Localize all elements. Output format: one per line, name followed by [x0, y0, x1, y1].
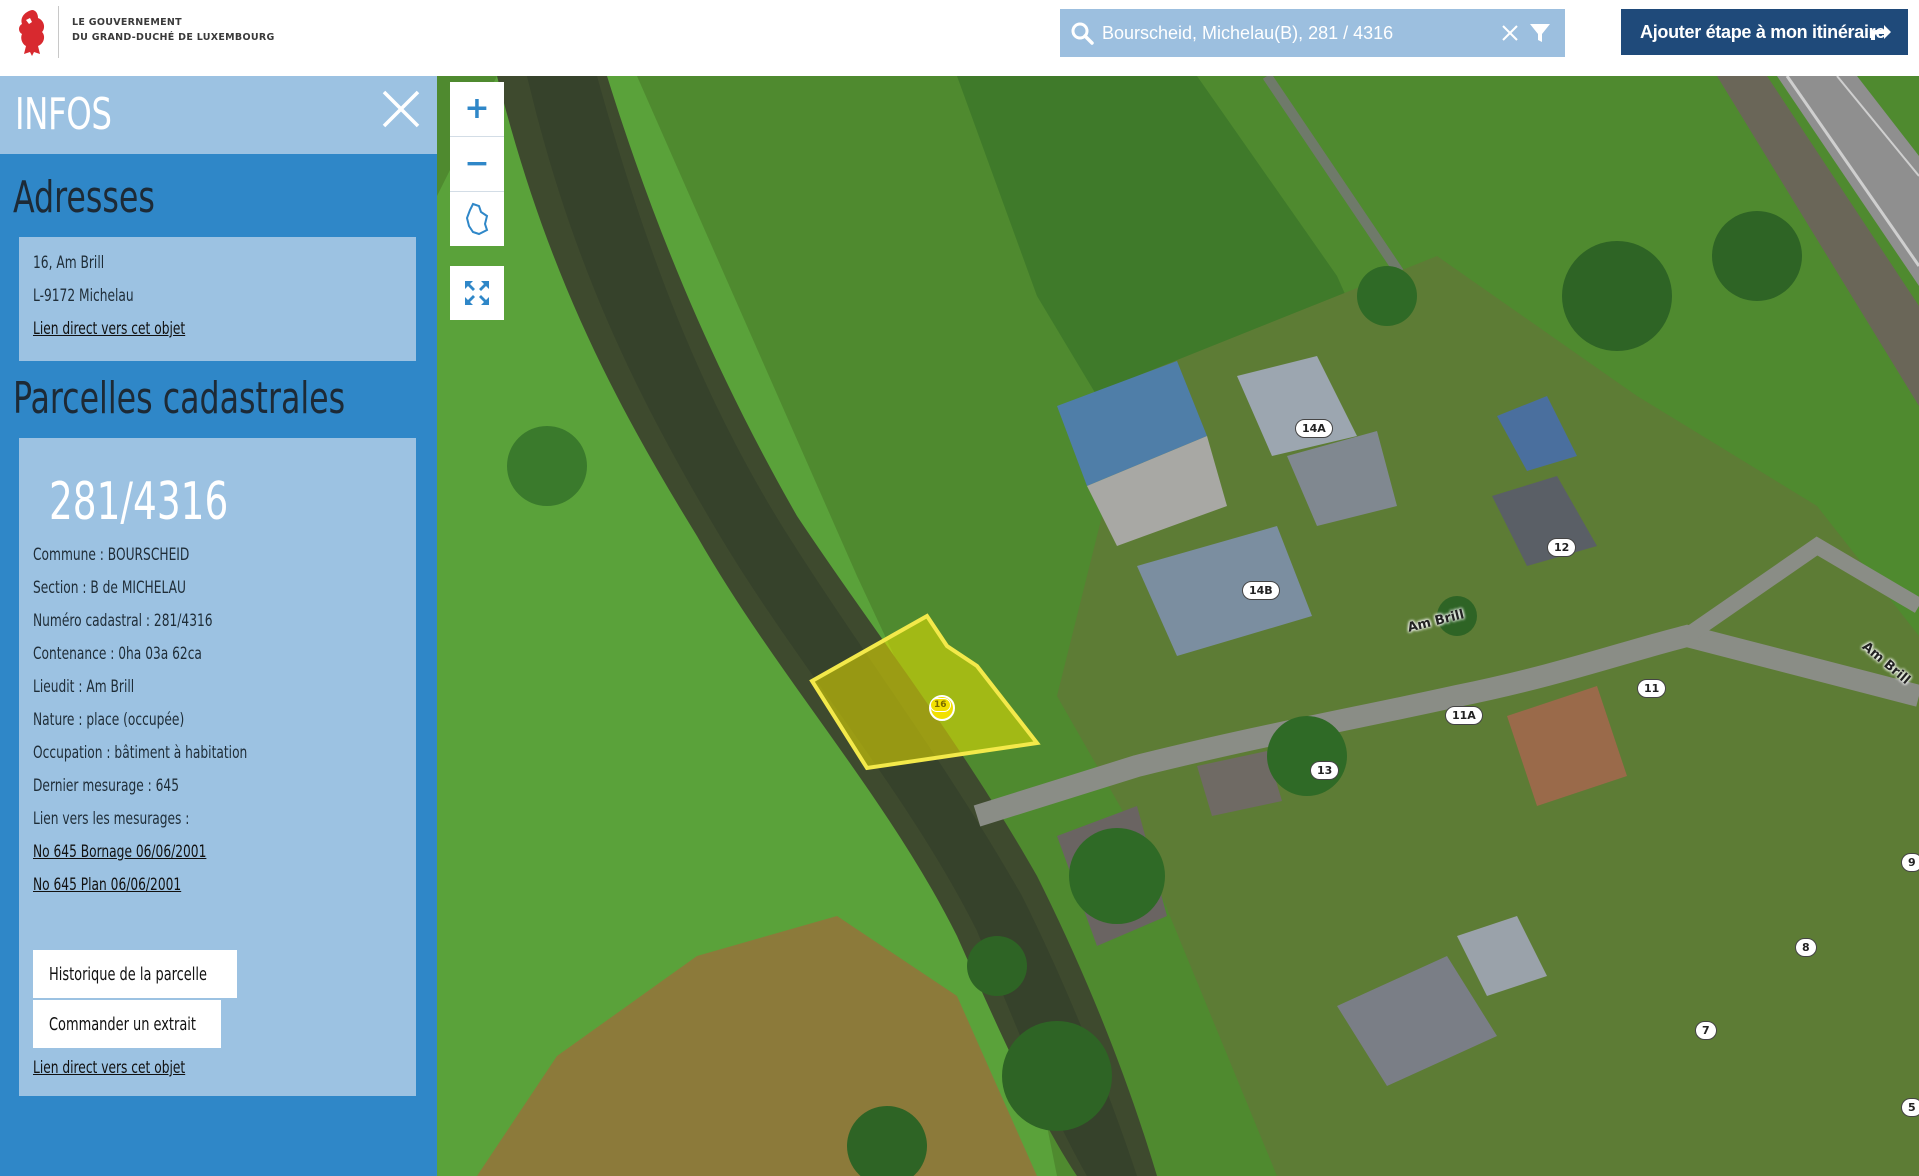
house-number-badge: 14A	[1295, 419, 1333, 438]
address-direct-link[interactable]: Lien direct vers cet objet	[33, 319, 185, 339]
header: LE GOUVERNEMENT DU GRAND-DUCHÉ DE LUXEMB…	[0, 0, 1919, 76]
luxembourg-lion-icon[interactable]	[12, 6, 52, 58]
parcel-direct-link[interactable]: Lien direct vers cet objet	[33, 1058, 185, 1078]
parcel-card: 281/4316 Commune : BOURSCHEID Section : …	[19, 438, 416, 1096]
parcel-house-number-badge: 16	[930, 698, 951, 712]
parcels-heading: Parcelles cadastrales	[13, 373, 346, 424]
luxembourg-outline-icon	[465, 202, 489, 236]
house-number-badge: 8	[1795, 938, 1817, 957]
government-logo-text[interactable]: LE GOUVERNEMENT DU GRAND-DUCHÉ DE LUXEMB…	[72, 15, 275, 45]
zoom-in-glyph: +	[464, 91, 490, 126]
order-extract-label: Commander un extrait	[49, 1013, 196, 1035]
parcel-section: Section : B de MICHELAU	[33, 578, 186, 598]
filter-icon[interactable]	[1528, 21, 1552, 45]
parcel-cadastral-number: Numéro cadastral : 281/4316	[33, 611, 213, 631]
house-number-badge: 9	[1901, 853, 1919, 872]
house-number-badge: 12	[1547, 538, 1577, 557]
info-sidebar: INFOS Adresses 16, Am Brill L-9172 Miche…	[0, 76, 437, 1176]
parcel-history-button[interactable]: Historique de la parcelle	[33, 950, 237, 998]
infos-title: INFOS	[15, 89, 112, 140]
logo-line-2: DU GRAND-DUCHÉ DE LUXEMBOURG	[72, 32, 275, 43]
parcel-lieudit: Lieudit : Am Brill	[33, 677, 135, 697]
close-icon[interactable]	[380, 88, 422, 130]
house-number-badge: 13	[1310, 761, 1340, 780]
address-city: L-9172 Michelau	[33, 286, 134, 306]
address-street: 16, Am Brill	[33, 253, 105, 273]
search-box	[1060, 9, 1565, 57]
add-to-itinerary-label: Ajouter étape à mon itinéraire	[1640, 21, 1886, 42]
logo-divider	[58, 6, 59, 58]
aerial-imagery[interactable]	[437, 76, 1919, 1176]
parcel-occupation: Occupation : bâtiment à habitation	[33, 743, 248, 763]
house-number-badge: 14B	[1242, 581, 1280, 600]
house-number-badge: 11	[1637, 679, 1667, 698]
addresses-heading: Adresses	[13, 172, 155, 223]
logo-line-1: LE GOUVERNEMENT	[72, 17, 182, 28]
zoom-out-button[interactable]: −	[450, 137, 504, 191]
parcel-commune: Commune : BOURSCHEID	[33, 545, 190, 565]
fullscreen-button[interactable]	[450, 266, 504, 320]
add-to-itinerary-button[interactable]: Ajouter étape à mon itinéraire	[1621, 9, 1908, 55]
parcel-number: 281/4316	[49, 472, 229, 532]
parcel-nature: Nature : place (occupée)	[33, 710, 185, 730]
address-card: 16, Am Brill L-9172 Michelau Lien direct…	[19, 237, 416, 361]
clear-search-icon[interactable]	[1500, 23, 1520, 43]
house-number-badge: 11A	[1445, 706, 1483, 725]
order-extract-button[interactable]: Commander un extrait	[33, 1000, 221, 1048]
parcel-history-label: Historique de la parcelle	[49, 963, 207, 985]
parcel-area: Contenance : 0ha 03a 62ca	[33, 644, 202, 664]
parcel-measures-label: Lien vers les mesurages :	[33, 809, 190, 829]
search-input[interactable]	[1102, 17, 1482, 49]
house-number-badge: 7	[1695, 1021, 1717, 1040]
measure-link-plan[interactable]: No 645 Plan 06/06/2001	[33, 875, 181, 895]
parcel-last-measure: Dernier mesurage : 645	[33, 776, 179, 796]
zoom-in-button[interactable]: +	[450, 82, 504, 136]
zoom-out-glyph: −	[464, 146, 490, 181]
measure-link-bornage[interactable]: No 645 Bornage 06/06/2001	[33, 842, 206, 862]
country-extent-button[interactable]	[450, 192, 504, 246]
fullscreen-icon	[465, 281, 489, 305]
search-icon[interactable]	[1070, 21, 1094, 45]
infos-header: INFOS	[0, 76, 437, 154]
route-arrow-icon	[1871, 25, 1891, 40]
map-view[interactable]: + − Am Brill Am Brill 14A 14B 12 16 11 1…	[437, 76, 1919, 1176]
house-number-badge: 5	[1901, 1098, 1919, 1117]
